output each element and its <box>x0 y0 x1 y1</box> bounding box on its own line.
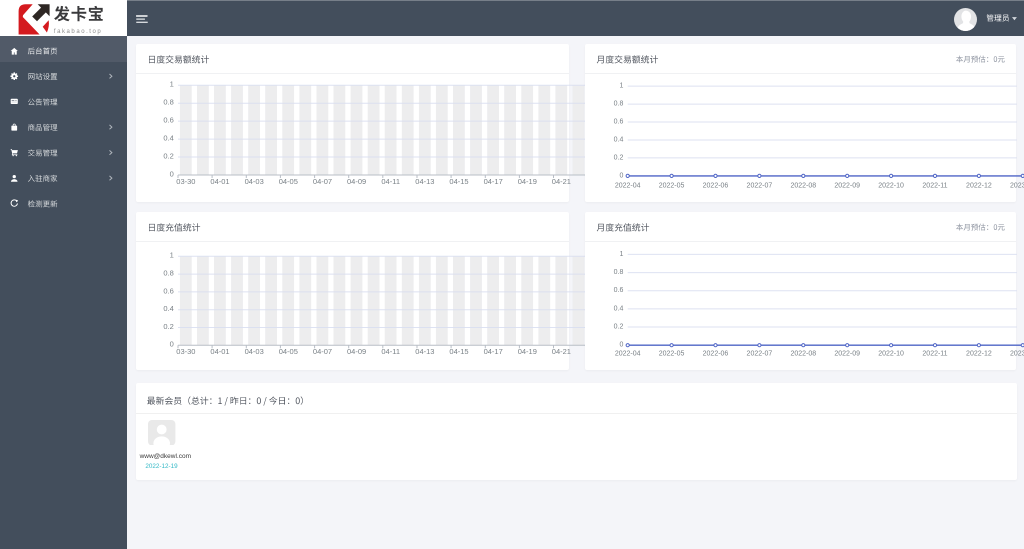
svg-text:0.4: 0.4 <box>163 304 173 313</box>
svg-text:04-09: 04-09 <box>347 177 366 186</box>
svg-text:2022-08: 2022-08 <box>790 351 816 358</box>
svg-text:04-15: 04-15 <box>449 347 468 356</box>
svg-text:04-17: 04-17 <box>483 347 502 356</box>
svg-text:2022-08: 2022-08 <box>790 183 816 190</box>
svg-text:04-21: 04-21 <box>551 177 570 186</box>
svg-text:0.4: 0.4 <box>613 137 623 144</box>
svg-text:0.2: 0.2 <box>613 324 623 331</box>
svg-text:1: 1 <box>169 80 173 89</box>
svg-text:2022-05: 2022-05 <box>658 351 684 358</box>
svg-text:0.2: 0.2 <box>163 322 173 331</box>
svg-text:2022-05: 2022-05 <box>658 183 684 190</box>
svg-text:0: 0 <box>169 340 173 349</box>
svg-text:0.6: 0.6 <box>613 119 623 126</box>
svg-text:04-09: 04-09 <box>347 347 366 356</box>
svg-text:03-30: 03-30 <box>176 347 195 356</box>
svg-text:04-05: 04-05 <box>278 347 297 356</box>
svg-text:04-19: 04-19 <box>517 177 536 186</box>
svg-text:04-07: 04-07 <box>312 347 331 356</box>
svg-text:2023-01: 2023-01 <box>1010 183 1024 190</box>
svg-text:0.8: 0.8 <box>163 269 173 278</box>
svg-text:0.2: 0.2 <box>613 155 623 162</box>
svg-text:0.4: 0.4 <box>613 306 623 313</box>
svg-text:0: 0 <box>619 342 623 349</box>
svg-text:2022-04: 2022-04 <box>614 183 640 190</box>
svg-text:2022-12: 2022-12 <box>966 183 992 190</box>
svg-text:0.8: 0.8 <box>613 269 623 276</box>
svg-text:04-11: 04-11 <box>381 347 400 356</box>
svg-text:0.6: 0.6 <box>613 288 623 295</box>
svg-text:2022-09: 2022-09 <box>834 183 860 190</box>
svg-text:2022-07: 2022-07 <box>746 351 772 358</box>
svg-text:2022-11: 2022-11 <box>922 183 947 190</box>
svg-text:04-21: 04-21 <box>551 347 570 356</box>
svg-text:0.6: 0.6 <box>163 116 173 125</box>
svg-text:2022-12: 2022-12 <box>966 351 992 358</box>
svg-text:1: 1 <box>619 83 623 90</box>
svg-text:04-17: 04-17 <box>483 177 502 186</box>
svg-text:04-03: 04-03 <box>244 347 263 356</box>
svg-text:04-07: 04-07 <box>312 177 331 186</box>
svg-text:04-13: 04-13 <box>415 177 434 186</box>
svg-text:03-30: 03-30 <box>176 177 195 186</box>
svg-text:04-19: 04-19 <box>517 347 536 356</box>
svg-text:1: 1 <box>169 251 173 260</box>
svg-text:2022-09: 2022-09 <box>834 351 860 358</box>
svg-text:04-11: 04-11 <box>381 177 400 186</box>
svg-text:2022-06: 2022-06 <box>702 183 728 190</box>
svg-text:2022-11: 2022-11 <box>922 351 947 358</box>
svg-text:04-15: 04-15 <box>449 177 468 186</box>
svg-text:0: 0 <box>169 170 173 179</box>
svg-text:0.6: 0.6 <box>163 287 173 296</box>
svg-text:2022-10: 2022-10 <box>878 183 904 190</box>
svg-text:2022-06: 2022-06 <box>702 351 728 358</box>
svg-text:0.2: 0.2 <box>163 152 173 161</box>
svg-text:1: 1 <box>619 251 623 258</box>
svg-text:04-01: 04-01 <box>210 347 229 356</box>
svg-text:0.8: 0.8 <box>613 101 623 108</box>
svg-text:04-03: 04-03 <box>244 177 263 186</box>
svg-text:04-13: 04-13 <box>415 347 434 356</box>
svg-text:0.4: 0.4 <box>163 134 173 143</box>
svg-text:0: 0 <box>619 173 623 180</box>
svg-text:2022-04: 2022-04 <box>614 351 640 358</box>
svg-text:2022-07: 2022-07 <box>746 183 772 190</box>
svg-text:04-01: 04-01 <box>210 177 229 186</box>
svg-text:2023-01: 2023-01 <box>1010 351 1024 358</box>
svg-text:2022-10: 2022-10 <box>878 351 904 358</box>
svg-text:04-05: 04-05 <box>278 177 297 186</box>
svg-text:0.8: 0.8 <box>163 98 173 107</box>
